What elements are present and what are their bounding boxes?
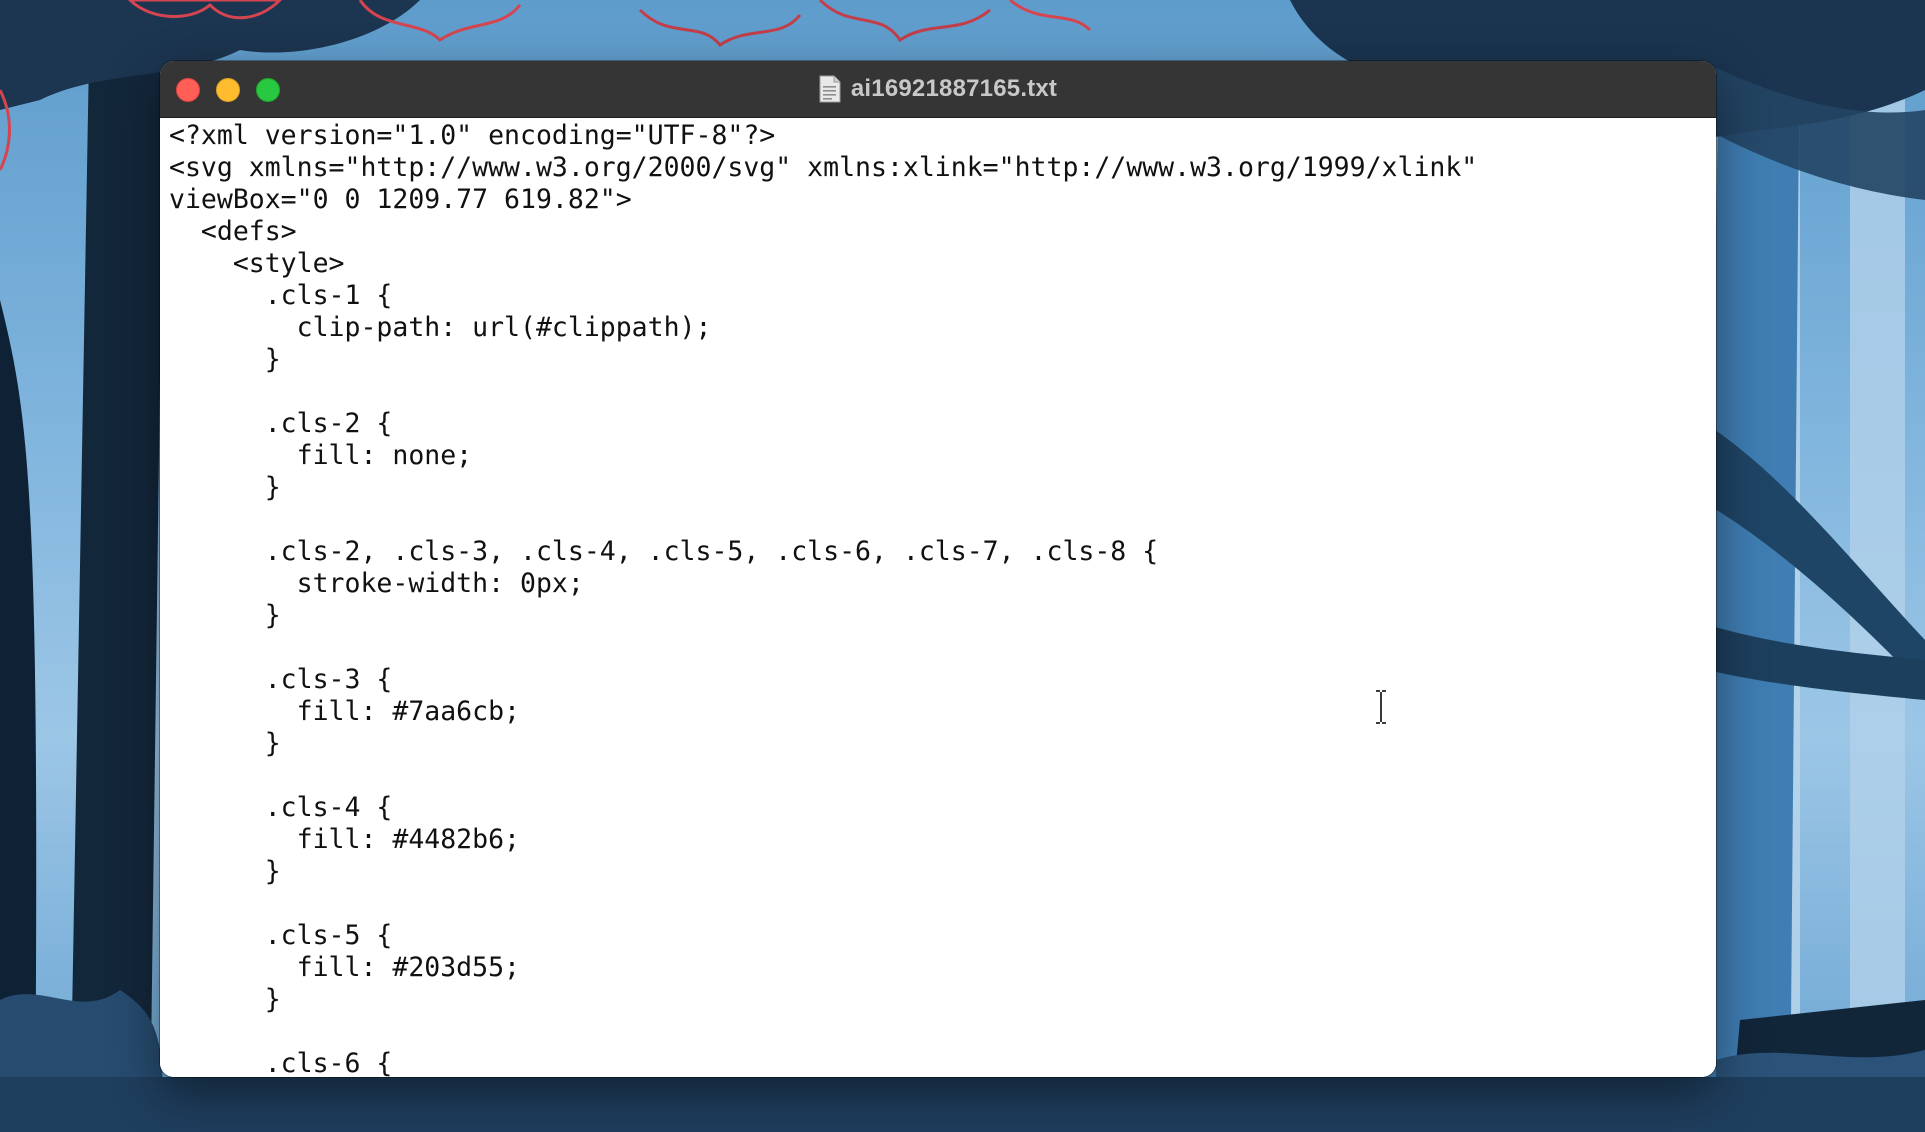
text-line[interactable]: clip-path: url(#clippath); [169,312,1477,344]
text-line[interactable]: viewBox="0 0 1209.77 619.82"> [169,184,1477,216]
window-title: ai16921887165.txt [850,75,1058,102]
text-line[interactable]: } [169,472,1477,504]
text-line[interactable]: .cls-4 { [169,792,1477,824]
title-bar[interactable]: ai16921887165.txt [160,61,1716,118]
text-line[interactable]: .cls-1 { [169,280,1477,312]
text-line[interactable] [169,632,1477,664]
window-title-group: ai16921887165.txt [160,61,1716,117]
textedit-window: ai16921887165.txt <?xml version="1.0" en… [160,61,1716,1077]
text-line[interactable]: .cls-3 { [169,664,1477,696]
text-line[interactable] [169,1016,1477,1048]
text-line[interactable] [169,376,1477,408]
text-line[interactable] [169,888,1477,920]
text-line[interactable]: <defs> [169,216,1477,248]
text-line[interactable]: } [169,856,1477,888]
text-line[interactable]: } [169,728,1477,760]
text-line[interactable]: <style> [169,248,1477,280]
text-line[interactable] [169,504,1477,536]
text-line[interactable] [169,760,1477,792]
text-line[interactable]: .cls-6 { [169,1048,1477,1077]
document-text[interactable]: <?xml version="1.0" encoding="UTF-8"?> <… [169,120,1477,1077]
text-line[interactable]: <svg xmlns="http://www.w3.org/2000/svg" … [169,152,1477,184]
text-line[interactable]: .cls-2 { [169,408,1477,440]
text-line[interactable]: <?xml version="1.0" encoding="UTF-8"?> [169,120,1477,152]
text-line[interactable]: .cls-5 { [169,920,1477,952]
text-cursor-icon [1376,690,1386,724]
text-line[interactable]: fill: #4482b6; [169,824,1477,856]
text-line[interactable]: stroke-width: 0px; [169,568,1477,600]
text-document-icon [819,75,841,103]
text-editor-area[interactable]: <?xml version="1.0" encoding="UTF-8"?> <… [160,118,1716,1077]
text-line[interactable]: .cls-2, .cls-3, .cls-4, .cls-5, .cls-6, … [169,536,1477,568]
text-line[interactable]: fill: #7aa6cb; [169,696,1477,728]
text-line[interactable]: } [169,600,1477,632]
text-line[interactable]: } [169,984,1477,1016]
desktop-wallpaper: ai16921887165.txt <?xml version="1.0" en… [0,0,1925,1132]
text-line[interactable]: fill: none; [169,440,1477,472]
text-line[interactable]: fill: #203d55; [169,952,1477,984]
text-line[interactable]: } [169,344,1477,376]
